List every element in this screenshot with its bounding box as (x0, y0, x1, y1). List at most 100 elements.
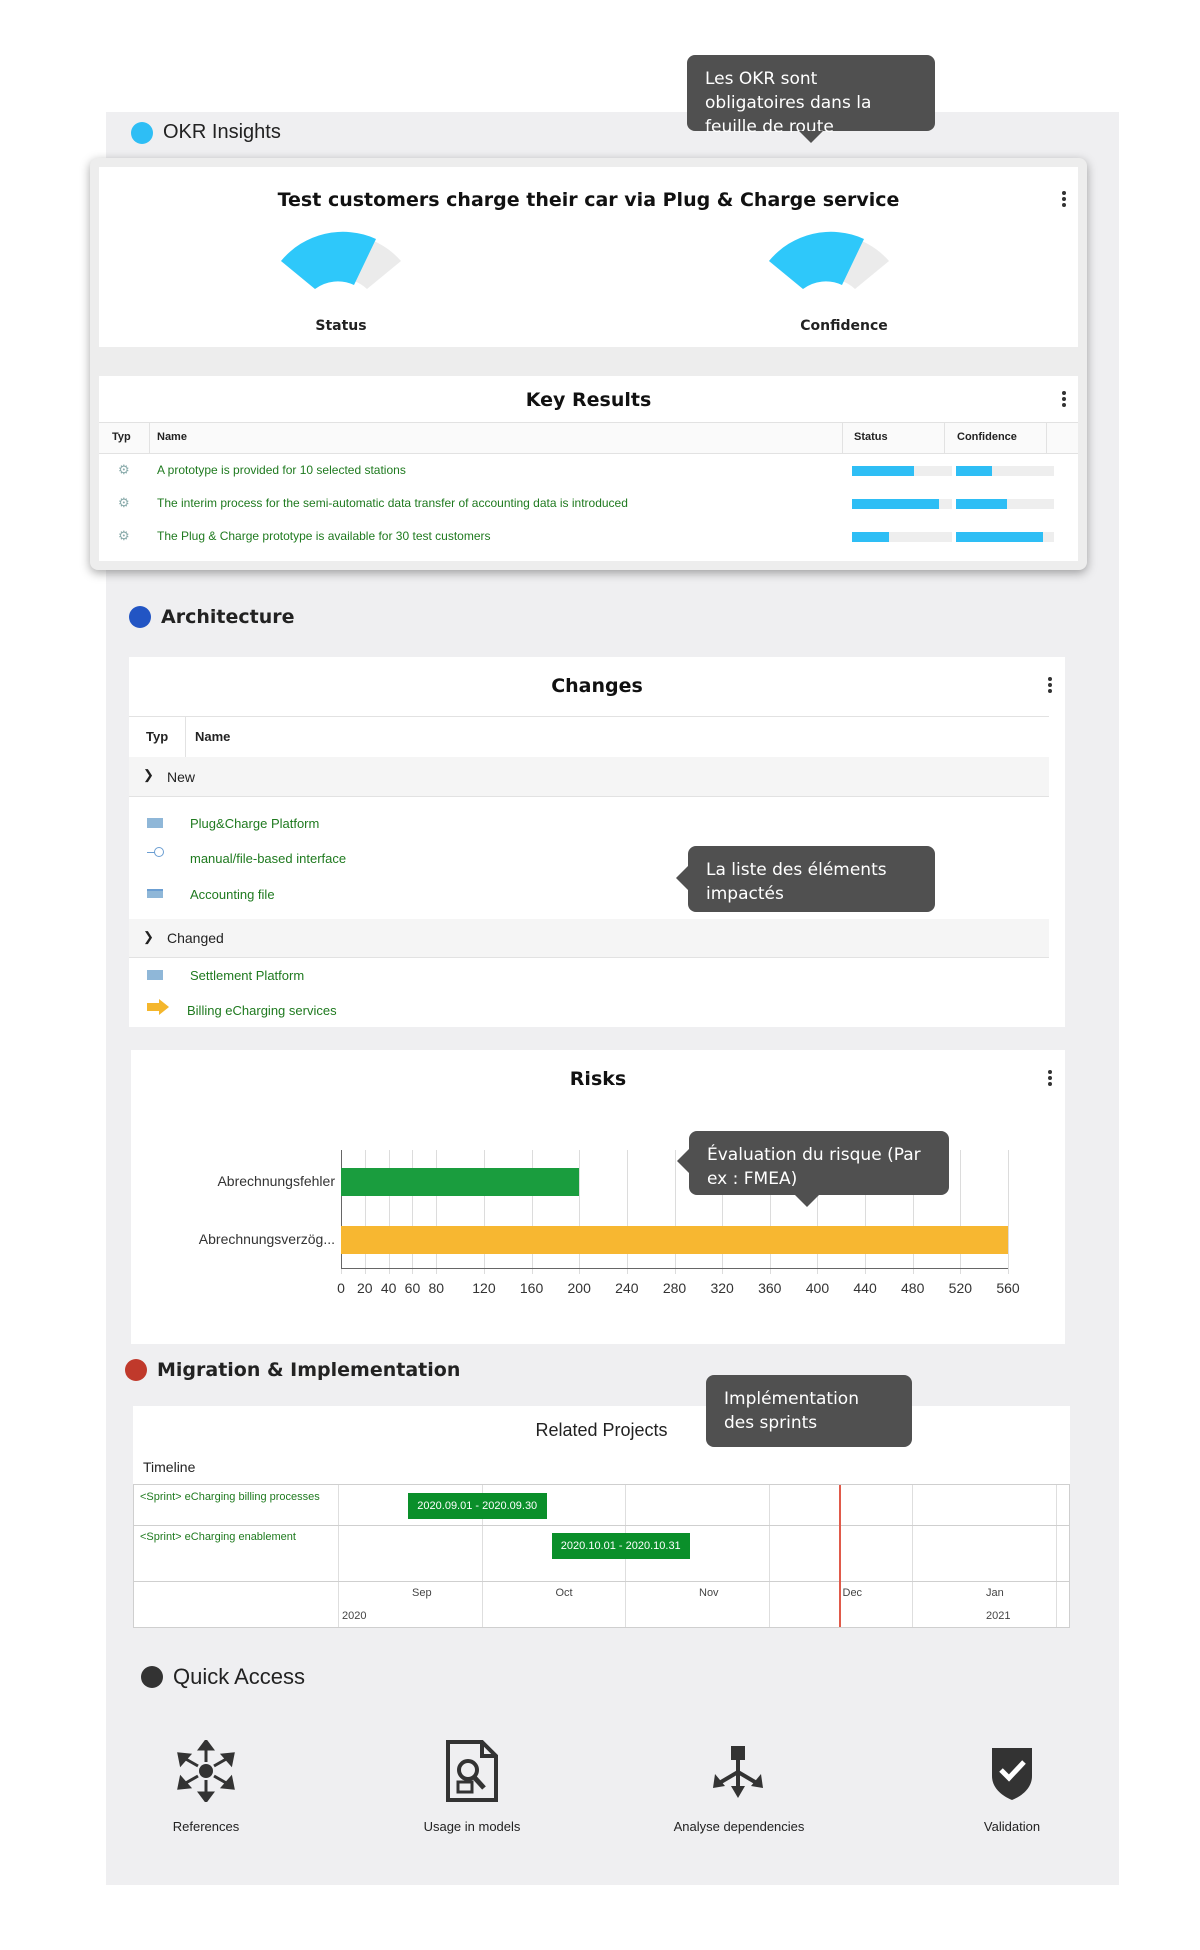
quick-access-references[interactable]: References (106, 1738, 306, 1834)
key-result-row[interactable]: ⚙ A prototype is provided for 10 selected… (99, 455, 1144, 487)
objective-title: Test customers charge their car via Plug… (277, 189, 900, 211)
key-result-confidence-fill (956, 532, 1044, 542)
objective-menu-icon[interactable] (1061, 189, 1067, 209)
changes-col-name: Name (195, 729, 231, 744)
sprint-name[interactable]: <Sprint> eCharging enablement (140, 1531, 296, 1543)
risk-x-tick-label: 360 (758, 1280, 782, 1296)
risk-gridline (960, 1150, 962, 1274)
key-result-icon: ⚙ (118, 528, 130, 543)
group-changed-label: Changed (167, 930, 224, 946)
group-new-row[interactable]: ❯ New (129, 757, 1049, 797)
key-result-confidence-bar (956, 499, 1054, 509)
change-item-billing[interactable]: Billing eCharging services (187, 1003, 337, 1018)
architecture-dot (129, 606, 151, 628)
sprints-tooltip-text: Implémentation des sprints (724, 1389, 859, 1433)
risk-x-tick-label: 120 (472, 1280, 496, 1296)
risk-x-tick-label: 60 (404, 1280, 421, 1296)
key-results-menu-icon[interactable] (1061, 389, 1067, 409)
risk-x-tick-label: 160 (519, 1280, 544, 1296)
group-changed-row[interactable]: ❯ Changed (129, 919, 1049, 958)
changes-tooltip: La liste des éléments impactés (676, 846, 935, 912)
related-projects-title: Related Projects (535, 1420, 668, 1440)
risk-gridline (626, 1150, 628, 1274)
okr-dot (131, 121, 153, 144)
usage-in-models-label: Usage in models (423, 1819, 521, 1834)
migration-dot (125, 1359, 147, 1381)
risk-bar[interactable] (341, 1226, 1008, 1254)
migration-section-title: Migration & Implementation (157, 1359, 461, 1381)
risks-tooltip: Évaluation du risque (Par ex : FMEA) (677, 1131, 949, 1207)
risk-x-tick-label: 440 (853, 1280, 877, 1296)
timeline-year-label: 2021 (986, 1610, 1011, 1622)
okr-section-title: OKR Insights (163, 121, 281, 143)
col-name: Name (157, 431, 187, 443)
changes-header: Typ Name (129, 716, 1049, 758)
risk-x-tick-label: 0 (337, 1280, 345, 1296)
key-result-status-fill (852, 466, 914, 476)
key-result-confidence-fill (956, 466, 993, 476)
quick-access-usage-in-models[interactable]: Usage in models (372, 1740, 572, 1834)
risk-x-tick-label: 520 (948, 1280, 973, 1296)
change-item-accounting[interactable]: Accounting file (190, 887, 275, 902)
key-result-status-fill (852, 532, 889, 542)
timeline-month-divider (1055, 1485, 1057, 1627)
quick-access-analyse-dependencies[interactable]: Analyse dependencies (639, 1740, 839, 1834)
risk-x-tick-label: 240 (615, 1280, 639, 1296)
status-gauge (271, 227, 411, 307)
related-projects-card: Related Projects Timeline <Sprint> eChar… (133, 1406, 1070, 1628)
objective-card: Test customers charge their car via Plug… (99, 167, 1078, 347)
changes-col-typ: Typ (146, 729, 169, 744)
confidence-gauge-arc (769, 231, 889, 289)
key-result-row[interactable]: ⚙ The Plug & Charge prototype is availabl… (99, 521, 1144, 553)
timeline-month-label: Dec (842, 1587, 863, 1599)
quick-access-dot (141, 1666, 163, 1688)
references-icon (177, 1738, 235, 1804)
key-result-name[interactable]: The Plug & Charge prototype is available… (157, 529, 491, 543)
key-result-confidence-fill (956, 499, 1007, 509)
references-label: References (172, 1819, 240, 1834)
changes-title: Changes (551, 675, 643, 697)
service-arrow-icon (147, 999, 169, 1015)
chevron-down-icon[interactable]: ❯ (143, 767, 154, 783)
timeline-month-label: Jan (986, 1587, 1004, 1599)
risk-bar[interactable] (341, 1168, 580, 1196)
changes-card: Changes Typ Name ❯ New Plug&Charge Platf… (129, 657, 1065, 1027)
key-result-row[interactable]: ⚙ The interim process for the semi-automa… (99, 488, 1144, 520)
key-result-status-bar (852, 532, 952, 542)
okr-card: Test customers charge their car via Plug… (90, 158, 1087, 570)
key-result-status-bar (852, 499, 952, 509)
timeline-label: Timeline (143, 1459, 196, 1475)
sprint-bar[interactable]: 2020.10.01 - 2020.10.31 (551, 1533, 690, 1559)
risk-x-tick-label: 480 (901, 1280, 925, 1296)
quick-access-validation[interactable]: Validation (912, 1740, 1112, 1834)
key-results-header: Typ Name Status Confidence (99, 422, 1078, 454)
col-confidence: Confidence (957, 431, 1017, 443)
component-icon (147, 818, 163, 828)
change-item-interface[interactable]: manual/file-based interface (190, 851, 346, 866)
chevron-down-icon[interactable]: ❯ (143, 929, 154, 945)
risk-x-tick-label: 200 (567, 1280, 591, 1296)
today-marker-line (838, 1485, 841, 1627)
risk-gridline (674, 1150, 676, 1274)
timeline-month-label: Nov (699, 1587, 719, 1599)
risk-x-tick-label: 280 (662, 1280, 687, 1296)
confidence-gauge (759, 227, 899, 307)
risk-x-tick-label: 40 (380, 1280, 397, 1296)
change-item-plugcharge[interactable]: Plug&Charge Platform (190, 816, 319, 831)
timeline-month-divider (912, 1485, 913, 1627)
col-status: Status (854, 431, 888, 443)
okr-tooltip: Les OKR sont obligatoires dans la feuill… (687, 55, 935, 143)
key-results-card: Key Results Typ Name Status Confidence ⚙… (99, 376, 1078, 561)
risk-gridline (1008, 1150, 1009, 1274)
change-item-settlement[interactable]: Settlement Platform (190, 968, 304, 983)
validation-shield-icon (992, 1748, 1032, 1800)
key-result-name[interactable]: The interim process for the semi-automat… (157, 496, 628, 510)
risk-category-label: Abrechnungsverzög... (198, 1231, 335, 1247)
analyse-dependencies-label: Analyse dependencies (673, 1819, 805, 1834)
sprint-name[interactable]: <Sprint> eCharging billing processes (140, 1491, 320, 1503)
changes-menu-icon[interactable] (1047, 675, 1053, 695)
risk-x-tick-label: 560 (996, 1280, 1020, 1296)
key-result-name[interactable]: A prototype is provided for 10 selected … (157, 463, 406, 477)
sprint-bar[interactable]: 2020.09.01 - 2020.09.30 (408, 1493, 547, 1519)
timeline-month-label: Oct (555, 1587, 573, 1599)
